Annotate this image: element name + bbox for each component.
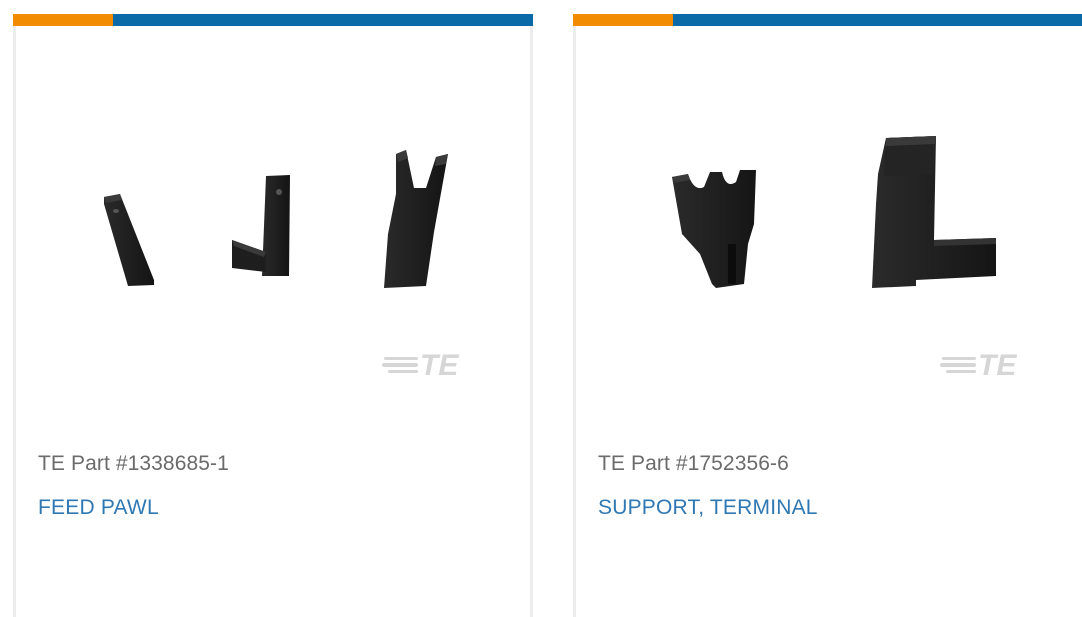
te-logo-text: TE	[978, 349, 1017, 379]
part-name-link[interactable]: FEED PAWL	[38, 496, 159, 520]
te-logo-text: TE	[420, 349, 459, 379]
product-card-support-terminal[interactable]: TE TE Part #1752356-6 SUPPORT, TERMINAL	[573, 14, 1082, 617]
accent-orange-segment	[13, 14, 113, 26]
te-logo-icon: TE	[382, 349, 459, 379]
accent-blue-segment	[113, 14, 533, 26]
product-card-feed-pawl[interactable]: TE TE Part #1338685-1 FEED PAWL	[13, 14, 533, 617]
part-number: TE Part #1338685-1	[38, 452, 229, 475]
product-image[interactable]: TE	[576, 54, 1082, 414]
card-accent-bar	[13, 14, 533, 26]
card-accent-bar	[573, 14, 1082, 26]
product-image[interactable]: TE	[16, 54, 530, 414]
accent-orange-segment	[573, 14, 673, 26]
part-name-link[interactable]: SUPPORT, TERMINAL	[598, 496, 818, 520]
accent-blue-segment	[673, 14, 1082, 26]
te-logo-icon: TE	[940, 349, 1017, 379]
part-number: TE Part #1752356-6	[598, 452, 789, 475]
